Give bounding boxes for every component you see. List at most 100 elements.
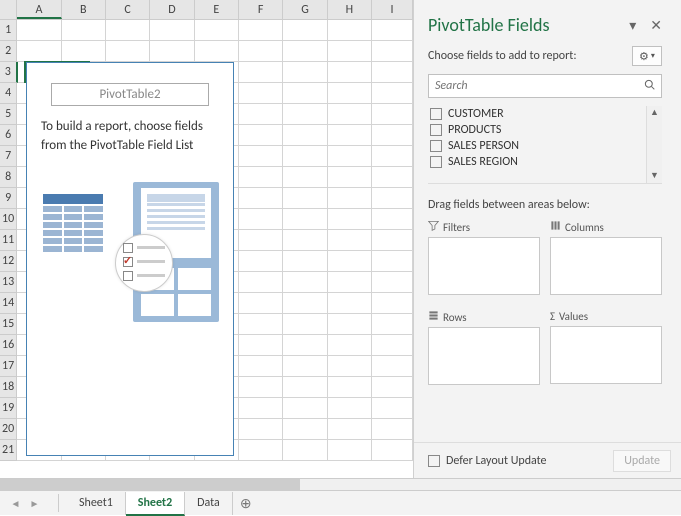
- cell[interactable]: [62, 20, 106, 41]
- cell[interactable]: [239, 293, 283, 314]
- cell[interactable]: [372, 167, 413, 188]
- row-header-13[interactable]: 13: [0, 272, 17, 293]
- cell[interactable]: [283, 188, 327, 209]
- column-header-C[interactable]: C: [106, 0, 150, 19]
- cell[interactable]: [328, 356, 372, 377]
- values-area[interactable]: ΣValues: [550, 310, 662, 390]
- cell[interactable]: [328, 440, 372, 461]
- scroll-up-icon[interactable]: ▲: [647, 106, 662, 120]
- cell[interactable]: [283, 293, 327, 314]
- cell[interactable]: [372, 62, 413, 83]
- column-header-B[interactable]: B: [62, 0, 106, 19]
- row-header-5[interactable]: 5: [0, 104, 17, 125]
- column-header-D[interactable]: D: [150, 0, 194, 19]
- field-list-scrollbar[interactable]: ▲ ▼: [646, 106, 662, 183]
- cell[interactable]: [239, 377, 283, 398]
- cell[interactable]: [372, 398, 413, 419]
- cell[interactable]: [195, 20, 239, 41]
- filters-area[interactable]: Filters: [428, 220, 540, 300]
- cell[interactable]: [239, 398, 283, 419]
- field-item[interactable]: SALES PERSON: [428, 138, 662, 154]
- field-item[interactable]: SALES REGION: [428, 154, 662, 170]
- row-header-9[interactable]: 9: [0, 188, 17, 209]
- cell[interactable]: [372, 419, 413, 440]
- field-item[interactable]: PRODUCTS: [428, 122, 662, 138]
- cell[interactable]: [106, 41, 150, 62]
- row-header-11[interactable]: 11: [0, 230, 17, 251]
- cell[interactable]: [283, 419, 327, 440]
- cell[interactable]: [328, 335, 372, 356]
- cell[interactable]: [283, 41, 327, 62]
- cell[interactable]: [328, 20, 372, 41]
- sheet-tab[interactable]: Sheet1: [67, 492, 126, 515]
- cell[interactable]: [239, 83, 283, 104]
- row-header-18[interactable]: 18: [0, 377, 17, 398]
- cell[interactable]: [239, 146, 283, 167]
- row-header-3[interactable]: 3: [0, 62, 18, 83]
- cell[interactable]: [283, 440, 327, 461]
- row-header-6[interactable]: 6: [0, 125, 17, 146]
- cell[interactable]: [372, 356, 413, 377]
- cell[interactable]: [62, 41, 106, 62]
- cell[interactable]: [328, 146, 372, 167]
- cell[interactable]: [239, 104, 283, 125]
- cell[interactable]: [372, 41, 413, 62]
- cell[interactable]: [239, 356, 283, 377]
- cell[interactable]: [372, 209, 413, 230]
- column-header-F[interactable]: F: [239, 0, 283, 19]
- cell[interactable]: [372, 272, 413, 293]
- cell[interactable]: [283, 167, 327, 188]
- cell[interactable]: [239, 230, 283, 251]
- cell[interactable]: [372, 293, 413, 314]
- cell[interactable]: [328, 104, 372, 125]
- cell[interactable]: [328, 272, 372, 293]
- cell[interactable]: [239, 251, 283, 272]
- cell[interactable]: [328, 125, 372, 146]
- field-checkbox[interactable]: [430, 156, 442, 168]
- cell[interactable]: [283, 104, 327, 125]
- cell[interactable]: [239, 314, 283, 335]
- field-search[interactable]: [428, 74, 662, 98]
- field-list[interactable]: CUSTOMERPRODUCTSSALES PERSONSALES REGION…: [428, 106, 662, 184]
- cell[interactable]: [283, 398, 327, 419]
- cell[interactable]: [239, 41, 283, 62]
- new-sheet-button[interactable]: ⊕: [233, 495, 259, 512]
- field-checkbox[interactable]: [430, 124, 442, 136]
- scroll-down-icon[interactable]: ▼: [647, 169, 662, 183]
- row-header-17[interactable]: 17: [0, 356, 17, 377]
- cell[interactable]: [195, 41, 239, 62]
- column-header-H[interactable]: H: [328, 0, 372, 19]
- cell[interactable]: [328, 398, 372, 419]
- defer-layout-checkbox[interactable]: Defer Layout Update: [428, 454, 547, 468]
- cell[interactable]: [328, 62, 372, 83]
- field-checkbox[interactable]: [430, 140, 442, 152]
- cell[interactable]: [283, 83, 327, 104]
- cell[interactable]: [372, 314, 413, 335]
- cell[interactable]: [239, 419, 283, 440]
- cell[interactable]: [283, 356, 327, 377]
- cell[interactable]: [372, 20, 413, 41]
- cell[interactable]: [372, 83, 413, 104]
- cell[interactable]: [328, 230, 372, 251]
- row-header-21[interactable]: 21: [0, 440, 17, 461]
- cell[interactable]: [283, 314, 327, 335]
- column-header-G[interactable]: G: [283, 0, 327, 19]
- cell[interactable]: [372, 125, 413, 146]
- tools-gear-button[interactable]: ⚙▾: [632, 46, 662, 66]
- cell[interactable]: [239, 440, 283, 461]
- cell[interactable]: [283, 146, 327, 167]
- spreadsheet-grid[interactable]: ABCDEFGHI 123456789101112131415161718192…: [0, 0, 413, 478]
- cell[interactable]: [328, 419, 372, 440]
- row-header-8[interactable]: 8: [0, 167, 17, 188]
- cell[interactable]: [283, 230, 327, 251]
- cell[interactable]: [372, 335, 413, 356]
- row-header-15[interactable]: 15: [0, 314, 17, 335]
- cell[interactable]: [328, 188, 372, 209]
- field-checkbox[interactable]: [430, 108, 442, 120]
- cell[interactable]: [328, 83, 372, 104]
- cell[interactable]: [283, 335, 327, 356]
- cell[interactable]: [328, 251, 372, 272]
- columns-area[interactable]: Columns: [550, 220, 662, 300]
- row-header-16[interactable]: 16: [0, 335, 17, 356]
- cell[interactable]: [106, 20, 150, 41]
